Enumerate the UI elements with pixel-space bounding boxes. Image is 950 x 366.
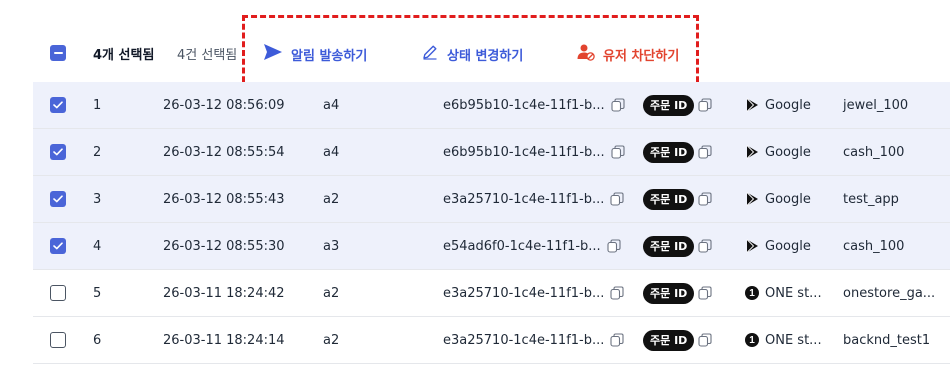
copy-icon[interactable] [610, 192, 624, 206]
row-checkbox[interactable] [50, 191, 66, 207]
copy-icon[interactable] [698, 145, 712, 159]
selected-total: 4건 선택됨 [177, 48, 238, 63]
row-number: 5 [93, 285, 102, 301]
purchase-date: 26-03-12 08:55:54 [163, 144, 285, 160]
table-row: 3 26-03-12 08:55:43 a2 e3a25710-1c4e-11f… [33, 176, 950, 223]
store-name: Google [765, 191, 811, 207]
row-checkbox[interactable] [50, 238, 66, 254]
order-id-badge[interactable]: 주문 ID [643, 188, 695, 210]
row-checkbox[interactable] [50, 144, 66, 160]
user-id: a2 [323, 285, 340, 301]
order-id-badge[interactable]: 주문 ID [643, 235, 695, 257]
purchase-date: 26-03-12 08:56:09 [163, 97, 285, 113]
select-all-checkbox[interactable] [50, 45, 66, 61]
user-id: a2 [323, 191, 340, 207]
google-play-icon [744, 238, 760, 254]
row-number: 1 [93, 97, 102, 113]
copy-icon[interactable] [611, 145, 625, 159]
transaction-id: e3a25710-1c4e-11f1-b... [443, 191, 605, 207]
order-id-badge[interactable]: 주문 ID [643, 141, 695, 163]
table-row: 5 26-03-11 18:24:42 a2 e3a25710-1c4e-11f… [33, 270, 950, 317]
store-name: ONE st... [765, 285, 822, 301]
copy-icon[interactable] [611, 98, 625, 112]
product-id: onestore_ga... [843, 285, 936, 301]
purchase-date: 26-03-11 18:24:42 [163, 285, 285, 301]
selected-count: 4개 선택됨 [93, 48, 155, 63]
table-row: 6 26-03-11 18:24:14 a2 e3a25710-1c4e-11f… [33, 317, 950, 364]
store-name: Google [765, 97, 811, 113]
store-name: Google [765, 238, 811, 254]
purchase-date: 26-03-12 08:55:43 [163, 191, 285, 207]
order-id-badge[interactable]: 주문 ID [643, 329, 695, 351]
table-row: 2 26-03-12 08:55:54 a4 e6b95b10-1c4e-11f… [33, 129, 950, 176]
row-checkbox[interactable] [50, 332, 66, 348]
google-play-icon [744, 191, 760, 207]
highlight-box [242, 15, 699, 91]
transaction-id: e54ad6f0-1c4e-11f1-b... [443, 238, 601, 254]
row-number: 2 [93, 144, 102, 160]
row-number: 3 [93, 191, 102, 207]
purchase-table: 1 26-03-12 08:56:09 a4 e6b95b10-1c4e-11f… [33, 82, 950, 364]
transaction-id: e6b95b10-1c4e-11f1-b... [443, 144, 605, 160]
user-id: a4 [323, 144, 340, 160]
one-store-icon: 1 [744, 332, 760, 348]
copy-icon[interactable] [698, 286, 712, 300]
purchase-date: 26-03-12 08:55:30 [163, 238, 285, 254]
user-id: a2 [323, 332, 340, 348]
copy-icon[interactable] [698, 192, 712, 206]
copy-icon[interactable] [698, 333, 712, 347]
transaction-id: e3a25710-1c4e-11f1-b... [443, 332, 605, 348]
user-id: a3 [323, 238, 340, 254]
copy-icon[interactable] [607, 239, 621, 253]
product-id: cash_100 [843, 238, 905, 254]
store-name: ONE st... [765, 332, 822, 348]
order-id-badge[interactable]: 주문 ID [643, 94, 695, 116]
table-row: 4 26-03-12 08:55:30 a3 e54ad6f0-1c4e-11f… [33, 223, 950, 270]
transaction-id: e6b95b10-1c4e-11f1-b... [443, 97, 605, 113]
product-id: cash_100 [843, 144, 905, 160]
copy-icon[interactable] [610, 333, 624, 347]
row-number: 6 [93, 332, 102, 348]
copy-icon[interactable] [698, 239, 712, 253]
google-play-icon [744, 144, 760, 160]
row-checkbox[interactable] [50, 97, 66, 113]
google-play-icon [744, 97, 760, 113]
product-id: test_app [843, 191, 899, 207]
store-name: Google [765, 144, 811, 160]
order-id-badge[interactable]: 주문 ID [643, 282, 695, 304]
row-number: 4 [93, 238, 102, 254]
product-id: jewel_100 [843, 97, 909, 113]
user-id: a4 [323, 97, 340, 113]
bulk-action-toolbar: 4개 선택됨 4건 선택됨 알림 발송하기 상태 변경하기 유저 차단하기 [0, 0, 950, 91]
product-id: backnd_test1 [843, 332, 931, 348]
copy-icon[interactable] [698, 98, 712, 112]
row-checkbox[interactable] [50, 285, 66, 301]
purchase-date: 26-03-11 18:24:14 [163, 332, 285, 348]
copy-icon[interactable] [610, 286, 624, 300]
transaction-id: e3a25710-1c4e-11f1-b... [443, 285, 605, 301]
table-row: 1 26-03-12 08:56:09 a4 e6b95b10-1c4e-11f… [33, 82, 950, 129]
one-store-icon: 1 [744, 285, 760, 301]
